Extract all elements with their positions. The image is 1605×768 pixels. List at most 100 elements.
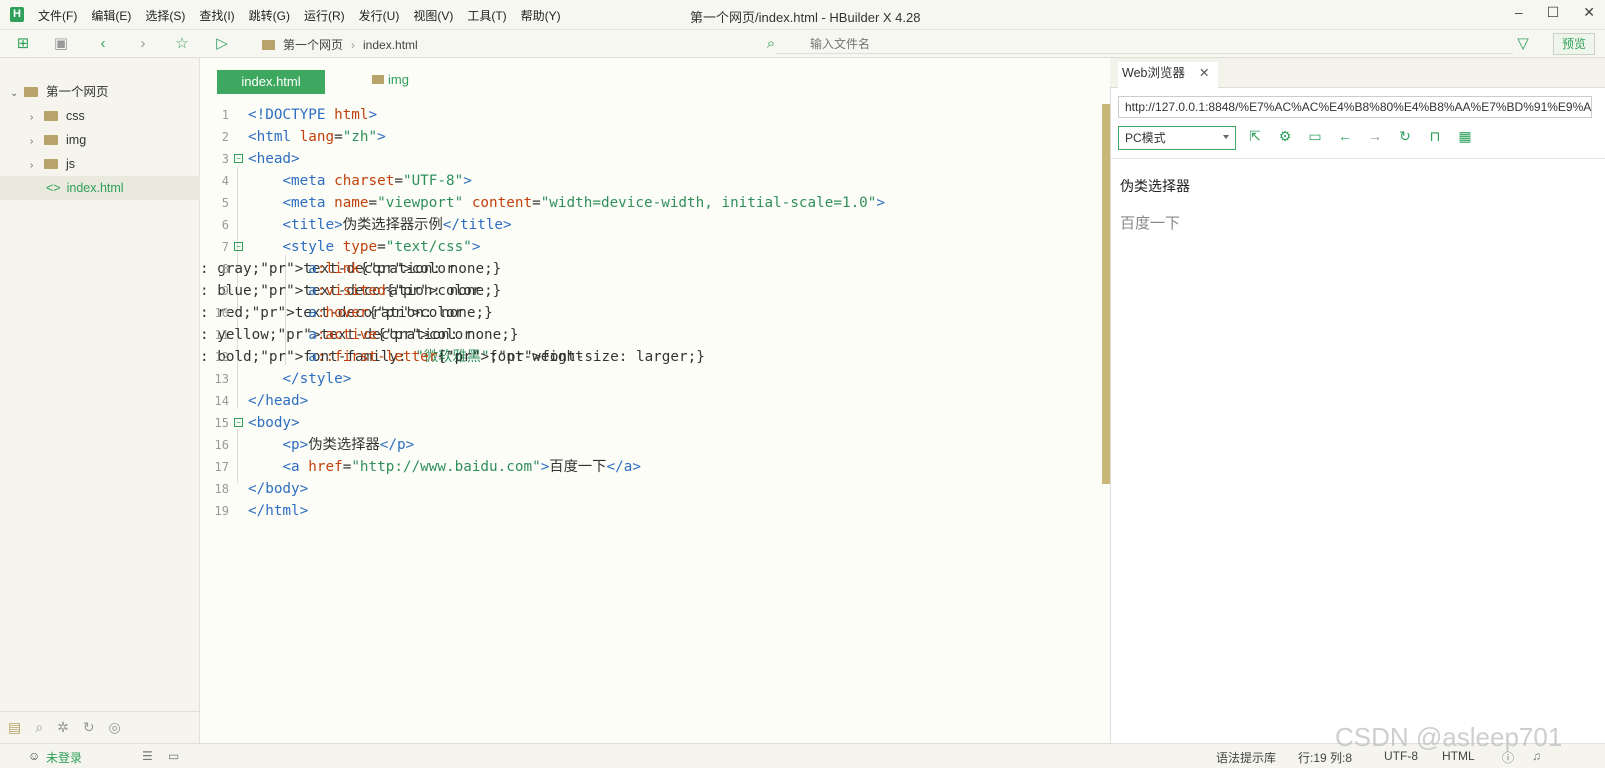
- tree-item-index-html[interactable]: <> index.html: [0, 176, 200, 200]
- search-icon[interactable]: ⌕: [35, 719, 43, 736]
- page-link[interactable]: 百度一下: [1120, 212, 1180, 233]
- breadcrumb-project[interactable]: 第一个网页: [283, 36, 343, 53]
- new-file-icon[interactable]: ⊞: [14, 35, 32, 53]
- lint-library[interactable]: 语法提示库: [1216, 749, 1276, 766]
- code-text: a:visited{"pr">color: [308, 283, 481, 299]
- code-line[interactable]: 7− <style type="text/css">: [200, 236, 1120, 258]
- code-line[interactable]: 19 </html>: [200, 500, 1120, 522]
- login-status[interactable]: 未登录: [46, 749, 82, 766]
- line-number: 15: [214, 416, 229, 430]
- filter-icon[interactable]: ▽: [1514, 35, 1532, 53]
- code-line[interactable]: 6 <title>伪类选择器示例</title>: [200, 214, 1120, 236]
- code-text: a:active{"pr">color: [308, 327, 472, 343]
- explorer-icon[interactable]: ▤: [8, 719, 21, 736]
- code-text: </body>: [248, 481, 309, 497]
- browser-toolbar: ⇱ ⚙ ▭ ← → ↻ ⊓ ▦: [1246, 128, 1474, 145]
- minimize-icon[interactable]: –: [1515, 4, 1523, 21]
- tree-item-img[interactable]: › img: [0, 128, 200, 152]
- editor-scrollbar[interactable]: [1102, 104, 1110, 484]
- console-icon[interactable]: ▭: [1306, 128, 1324, 145]
- mode-select[interactable]: PC模式: [1118, 126, 1236, 150]
- menu-help[interactable]: 帮助(Y): [521, 7, 561, 24]
- line-number: 6: [221, 218, 229, 232]
- tab-index-html[interactable]: index.html: [217, 70, 325, 94]
- run-icon[interactable]: ▷: [213, 35, 231, 53]
- menu-edit[interactable]: 编辑(E): [91, 7, 131, 24]
- menu-publish[interactable]: 发行(U): [359, 7, 400, 24]
- menu-view[interactable]: 视图(V): [413, 7, 453, 24]
- code-line[interactable]: 2 <html lang="zh">: [200, 126, 1120, 148]
- tree-project[interactable]: ⌄ 第一个网页: [0, 80, 200, 104]
- folder-icon: [24, 87, 38, 97]
- menu-file[interactable]: 文件(F): [38, 7, 77, 24]
- tree-item-label: index.html: [66, 181, 124, 195]
- fold-icon[interactable]: −: [234, 154, 243, 163]
- code-line[interactable]: 15− <body>: [200, 412, 1120, 434]
- code-line[interactable]: 5 <meta name="viewport" content="width=d…: [200, 192, 1120, 214]
- star-icon[interactable]: ☆: [173, 35, 191, 53]
- back-arrow-icon[interactable]: ‹: [94, 35, 112, 53]
- line-number: 4: [221, 174, 229, 188]
- code-line[interactable]: 16 <p>伪类选择器</p>: [200, 434, 1120, 456]
- list-icon[interactable]: ☰: [142, 749, 153, 763]
- git-icon[interactable]: ↻: [83, 719, 95, 736]
- code-area[interactable]: 1 <!DOCTYPE html> 2 <html lang="zh"> 3− <head…: [200, 104, 1120, 522]
- code-line[interactable]: 10 a:hover{"pr">color: red;"pr">text-dec…: [200, 302, 1120, 324]
- menu-select[interactable]: 选择(S): [145, 7, 185, 24]
- code-line[interactable]: 9 a:visited{"pr">color: blue;"pr">text-d…: [200, 280, 1120, 302]
- maximize-icon[interactable]: ☐: [1547, 4, 1560, 21]
- tab-img[interactable]: img: [372, 72, 409, 87]
- code-line[interactable]: 8 a:link{"pr">color: gray;"pr">text-deco…: [200, 258, 1120, 280]
- forward-arrow-icon[interactable]: ›: [134, 35, 152, 53]
- back-arrow-icon[interactable]: ←: [1336, 128, 1354, 145]
- code-text: <meta charset="UTF-8">: [282, 173, 472, 189]
- code-text: <body>: [248, 415, 300, 431]
- settings-icon[interactable]: ⚙: [1276, 128, 1294, 145]
- code-line[interactable]: 3− <head>: [200, 148, 1120, 170]
- url-input[interactable]: http://127.0.0.1:8848/%E7%AC%AC%E4%B8%80…: [1118, 96, 1592, 118]
- toolbar: ⊞ ▣ ‹ › ☆ ▷ 第一个网页 › index.html ⌕ ▽ 预览: [0, 30, 1605, 58]
- lock-icon[interactable]: ⊓: [1426, 128, 1444, 145]
- bug-icon[interactable]: ✲: [57, 719, 69, 736]
- code-line[interactable]: 17 <a href="http://www.baidu.com">百度一下</…: [200, 456, 1120, 478]
- tab-web-browser[interactable]: Web浏览器 ✕: [1118, 62, 1218, 88]
- menu-tools[interactable]: 工具(T): [467, 7, 506, 24]
- menu-find[interactable]: 查找(I): [199, 7, 234, 24]
- qrcode-icon[interactable]: ▦: [1456, 128, 1474, 145]
- open-external-icon[interactable]: ⇱: [1246, 128, 1264, 145]
- code-text: <title>伪类选择器示例</title>: [282, 217, 512, 233]
- fold-icon[interactable]: −: [234, 418, 243, 427]
- code-line[interactable]: 11 a:active{"pr">color: yellow;"pr">text…: [200, 324, 1120, 346]
- refresh-icon[interactable]: ↻: [1396, 128, 1414, 145]
- close-icon[interactable]: ✕: [1199, 66, 1209, 80]
- terminal-icon[interactable]: ▭: [168, 749, 179, 763]
- divider: [1110, 158, 1605, 159]
- sidebar-bottom-bar: ▤ ⌕ ✲ ↻ ◎: [0, 711, 200, 743]
- code-text: <p>伪类选择器</p>: [282, 437, 415, 453]
- fold-icon[interactable]: −: [234, 242, 243, 251]
- plugin-icon[interactable]: ◎: [109, 719, 121, 736]
- chevron-right-icon: ›: [30, 160, 34, 171]
- tree-item-js[interactable]: › js: [0, 152, 200, 176]
- menu-run[interactable]: 运行(R): [304, 7, 345, 24]
- save-icon[interactable]: ▣: [52, 35, 70, 53]
- folder-icon: [372, 75, 384, 84]
- breadcrumb-file[interactable]: index.html: [363, 38, 418, 52]
- code-line[interactable]: 14 </head>: [200, 390, 1120, 412]
- line-number: 19: [214, 504, 229, 518]
- code-line[interactable]: 13 </style>: [200, 368, 1120, 390]
- forward-arrow-icon[interactable]: →: [1366, 128, 1384, 145]
- code-line[interactable]: 12 a::first-letter{"pr">font-weight: bol…: [200, 346, 1120, 368]
- line-number: 9: [221, 284, 229, 298]
- preview-button[interactable]: 预览: [1553, 33, 1595, 55]
- code-line[interactable]: 4 <meta charset="UTF-8">: [200, 170, 1120, 192]
- line-number: 10: [214, 306, 229, 320]
- code-line[interactable]: 18 </body>: [200, 478, 1120, 500]
- close-icon[interactable]: ✕: [1583, 4, 1595, 21]
- code-line[interactable]: 1 <!DOCTYPE html>: [200, 104, 1120, 126]
- file-search-input[interactable]: [776, 34, 1513, 54]
- menu-goto[interactable]: 跳转(G): [249, 7, 290, 24]
- tree-item-css[interactable]: › css: [0, 104, 200, 128]
- code-text: <!DOCTYPE html>: [248, 107, 378, 123]
- folder-icon: [44, 111, 58, 121]
